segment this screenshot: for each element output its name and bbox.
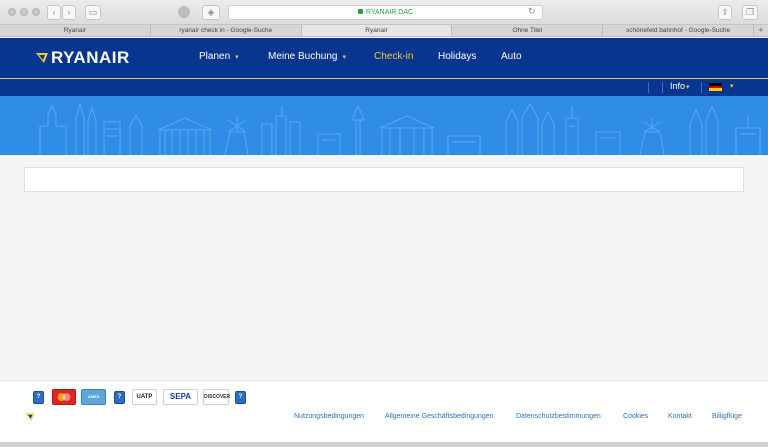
browser-window: ‹ › ▭ ◈ RYANAIR DAC ↻ ⇪ ❐ Ryanair ryanai… (0, 0, 768, 447)
payment-info-icon[interactable]: ? (33, 391, 44, 404)
back-button[interactable]: ‹ (47, 5, 61, 20)
discover-logo: DISCOVER (203, 389, 230, 405)
nav-meine-buchung[interactable]: Meine Buchung ▾ (268, 51, 346, 62)
content-card (24, 167, 744, 192)
footer-link-billigfluege[interactable]: Billigflüge (712, 413, 742, 420)
new-tab-button[interactable]: + (754, 25, 768, 36)
chevron-down-icon: ▾ (235, 54, 239, 61)
mastercard-logo (52, 389, 76, 405)
minimize-window-button[interactable] (20, 8, 28, 16)
nav-planen[interactable]: Planen ▾ (199, 51, 239, 62)
tab-ryanair-active[interactable]: Ryanair (301, 25, 453, 36)
divider (701, 82, 702, 93)
chevron-down-icon: ▾ (342, 54, 347, 61)
ryanair-logo[interactable]: RYANAIR (35, 48, 130, 68)
extension-icon[interactable] (178, 6, 190, 18)
lock-icon (357, 9, 363, 14)
tab-untitled[interactable]: Ohne Titel (452, 25, 604, 36)
harp-icon (25, 413, 35, 421)
info-label: Info (670, 81, 686, 91)
payment-info-icon[interactable]: ? (114, 391, 125, 404)
site-footer: ? AMEX ? UATP SEPA DISCOVER ? Nutzungsbe… (0, 380, 768, 442)
share-icon[interactable]: ⇪ (718, 5, 732, 20)
url-text: RYANAIR DAC (365, 9, 414, 16)
header-subbar: Info▾ ▾ (0, 78, 768, 96)
tab-schoenefeld-search[interactable]: schönefeld bahnhof - Google-Suche (603, 25, 754, 36)
forward-button[interactable]: › (62, 5, 76, 20)
sepa-logo: SEPA (163, 389, 198, 405)
nav-planen-label: Planen (199, 51, 231, 62)
tab-ryanair[interactable]: Ryanair (0, 25, 151, 36)
site-header: RYANAIR Planen ▾ Meine Buchung ▾ Check-in … (0, 38, 768, 78)
language-chevron-down-icon[interactable]: ▾ (730, 82, 734, 90)
info-menu[interactable]: Info▾ (670, 81, 690, 91)
skyline-banner (0, 96, 768, 155)
nav-auto[interactable]: Auto (501, 51, 522, 62)
nav-check-in[interactable]: Check-in (374, 51, 413, 62)
layers-icon[interactable]: ◈ (202, 5, 220, 20)
logo-text: RYANAIR (51, 48, 130, 67)
tab-google-search[interactable]: ryanair check in - Google-Suche (151, 25, 302, 36)
footer-link-cookies[interactable]: Cookies (623, 413, 648, 420)
city-skyline-illustration (39, 102, 761, 155)
sidebar-icon[interactable]: ▭ (85, 5, 101, 20)
divider (662, 82, 663, 93)
reload-icon[interactable]: ↻ (528, 6, 536, 17)
close-window-button[interactable] (8, 8, 16, 16)
nav-holidays[interactable]: Holidays (438, 51, 476, 62)
uatp-logo: UATP (132, 389, 157, 405)
browser-toolbar: ‹ › ▭ ◈ RYANAIR DAC ↻ ⇪ ❐ (0, 0, 768, 25)
zoom-window-button[interactable] (32, 8, 40, 16)
payment-info-icon[interactable]: ? (235, 391, 246, 404)
footer-link-nutzungsbedingungen[interactable]: Nutzungsbedingungen (294, 413, 364, 420)
harp-icon (36, 53, 48, 63)
footer-link-datenschutz[interactable]: Datenschutzbestimmungen (516, 413, 601, 420)
amex-label: AMEX (87, 394, 100, 399)
tab-strip: Ryanair ryanair check in - Google-Suche … (0, 25, 768, 37)
nav-meine-buchung-label: Meine Buchung (268, 51, 338, 62)
divider (648, 82, 649, 93)
window-bottom-edge (0, 442, 768, 447)
footer-link-agb[interactable]: Allgemeine Geschäftsbedingungen (385, 413, 494, 420)
chevron-down-icon: ▾ (686, 84, 690, 91)
tabs-overview-icon[interactable]: ❐ (742, 5, 758, 20)
footer-link-kontakt[interactable]: Kontakt (668, 413, 692, 420)
amex-logo: AMEX (81, 389, 106, 405)
address-bar[interactable]: RYANAIR DAC (228, 5, 543, 20)
german-flag-icon[interactable] (709, 83, 722, 91)
